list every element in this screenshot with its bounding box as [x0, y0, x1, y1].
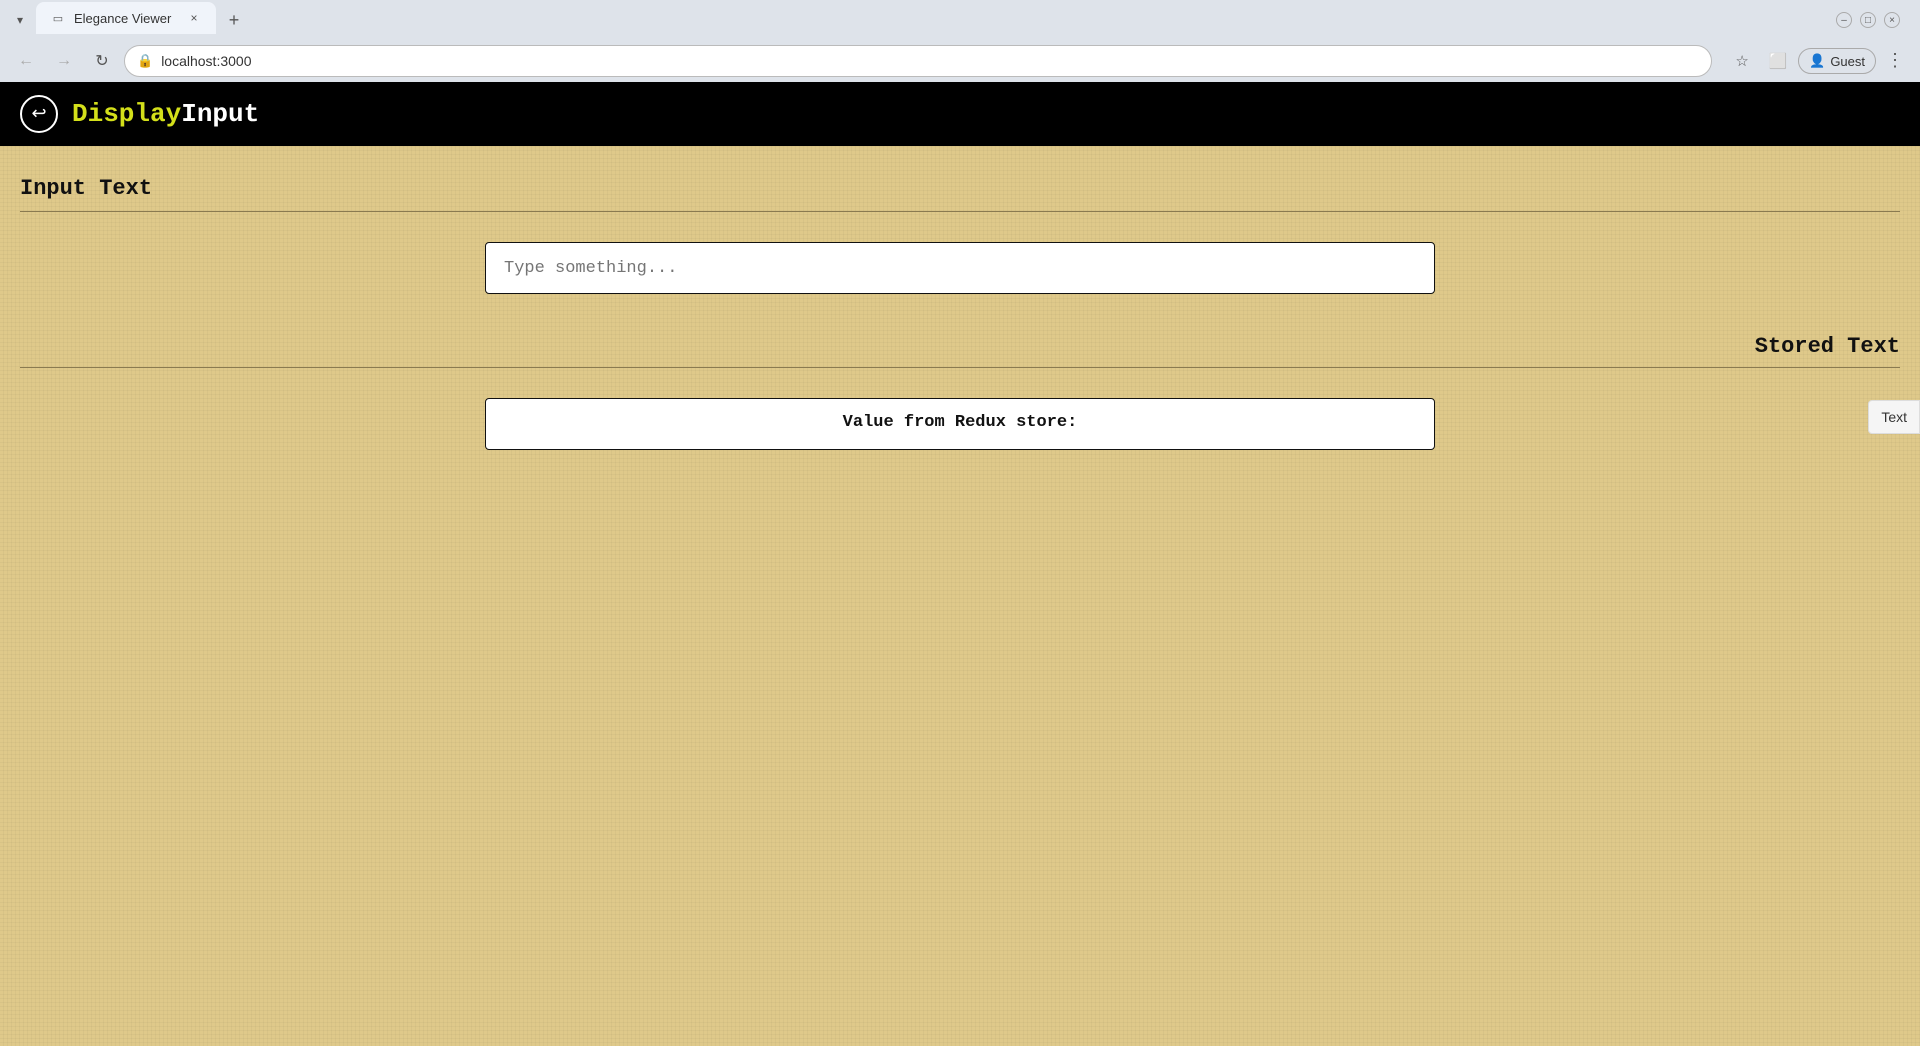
lock-icon: 🔒 [137, 54, 153, 69]
minimize-button[interactable]: – [1836, 12, 1852, 28]
stored-section-header: Stored Text [20, 334, 1900, 359]
bookmark-button[interactable]: ☆ [1726, 45, 1758, 77]
address-text: localhost:3000 [161, 53, 1699, 69]
side-panel[interactable]: Text [1868, 400, 1920, 434]
browser-chrome: ▾ ▭ Elegance Viewer × + – □ × ← → ↻ 🔒 lo… [0, 0, 1920, 82]
browser-tab-active[interactable]: ▭ Elegance Viewer × [36, 2, 216, 34]
close-button[interactable]: × [1884, 12, 1900, 28]
input-section-divider [20, 211, 1900, 212]
input-section-title: Input Text [20, 176, 1900, 201]
app-title: DisplayInput [72, 99, 259, 129]
app-header: ↩ DisplayInput [0, 82, 1920, 146]
browser-menu-button[interactable]: ⋮ [1880, 46, 1910, 76]
stored-value-label: Value from Redux store: [843, 413, 1078, 432]
title-display-part: Display [72, 99, 181, 129]
tab-title: Elegance Viewer [74, 11, 171, 26]
app-logo-icon: ↩ [20, 95, 58, 133]
forward-button[interactable]: → [48, 45, 80, 77]
tab-bar: ▭ Elegance Viewer × + [36, 6, 1836, 34]
stored-section: Stored Text Value from Redux store: [20, 334, 1900, 450]
app-body: Input Text Stored Text Value from Redux … [0, 146, 1920, 1046]
stored-section-divider [20, 367, 1900, 368]
tab-close-button[interactable]: × [186, 10, 202, 26]
title-input-part: Input [181, 99, 259, 129]
maximize-button[interactable]: □ [1860, 12, 1876, 28]
text-input[interactable] [485, 242, 1435, 294]
window-controls: – □ × [1836, 12, 1900, 28]
side-panel-label: Text [1881, 409, 1907, 425]
address-bar[interactable]: 🔒 localhost:3000 [124, 45, 1712, 77]
sidebar-toggle-button[interactable]: ⬜ [1762, 45, 1794, 77]
stored-display-box: Value from Redux store: [485, 398, 1435, 450]
input-section: Input Text [20, 176, 1900, 294]
tab-favicon-icon: ▭ [50, 10, 66, 26]
guest-label: Guest [1830, 54, 1865, 69]
new-tab-button[interactable]: + [220, 6, 248, 34]
guest-icon: 👤 [1809, 53, 1825, 69]
guest-profile-button[interactable]: 👤 Guest [1798, 48, 1876, 74]
tab-dropdown[interactable]: ▾ [10, 6, 30, 34]
browser-title-bar: ▾ ▭ Elegance Viewer × + – □ × [0, 0, 1920, 40]
back-button[interactable]: ← [10, 45, 42, 77]
address-bar-row: ← → ↻ 🔒 localhost:3000 ☆ ⬜ 👤 Guest ⋮ [0, 40, 1920, 82]
browser-actions: ☆ ⬜ 👤 Guest ⋮ [1726, 45, 1910, 77]
stored-section-title: Stored Text [1755, 334, 1900, 359]
reload-button[interactable]: ↻ [86, 45, 118, 77]
